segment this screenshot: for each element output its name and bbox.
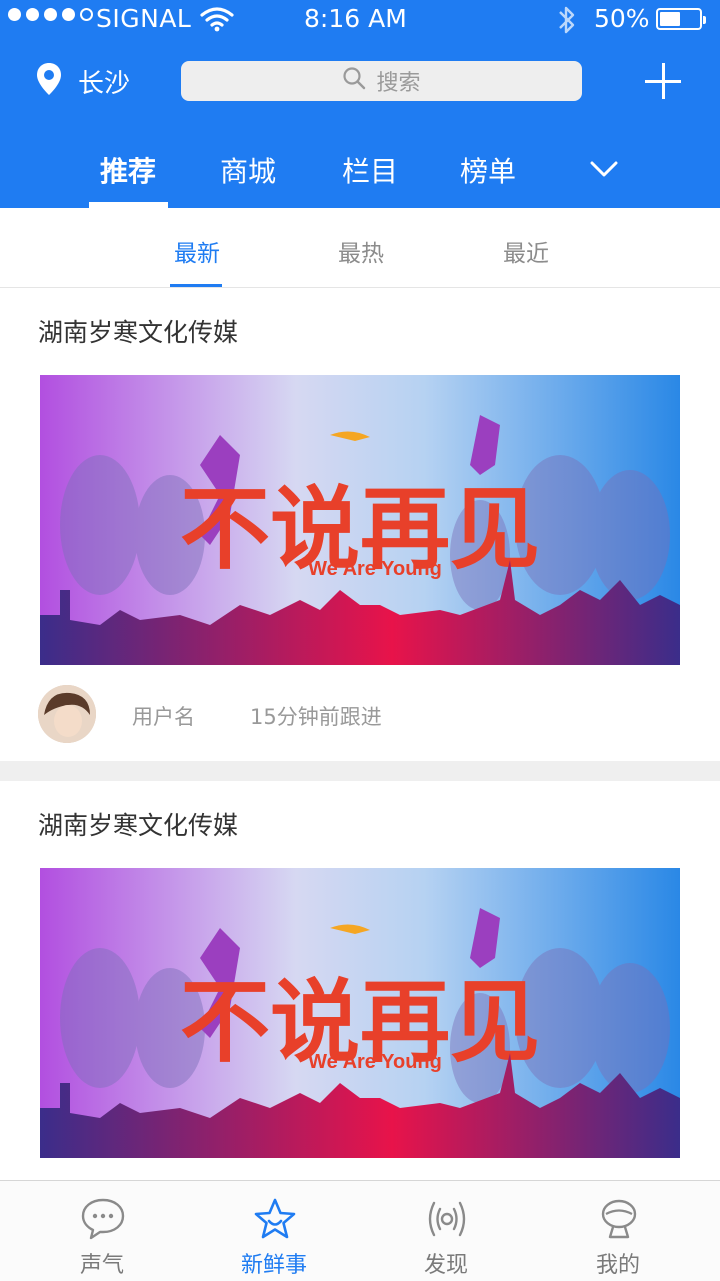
subtab-latest[interactable]: 最新 bbox=[174, 234, 220, 268]
broadcast-icon bbox=[424, 1197, 470, 1241]
subtab-recent[interactable]: 最近 bbox=[503, 234, 549, 268]
carrier-name: SIGNAL bbox=[96, 4, 192, 33]
bottom-tab-news[interactable]: 新鲜事 bbox=[214, 1181, 334, 1281]
bottom-tab-me[interactable]: 我的 bbox=[558, 1181, 678, 1281]
search-placeholder: 搜索 bbox=[376, 71, 421, 96]
top-tab-bar: 推荐 商城 栏目 榜单 bbox=[0, 140, 720, 208]
app-header: SIGNAL 8:16 AM 50% 长沙 搜索 推荐 商城 栏目 榜单 bbox=[0, 0, 720, 208]
tab-mall[interactable]: 商城 bbox=[220, 150, 276, 190]
post-banner-image[interactable]: 不说再见 We Are Young bbox=[40, 375, 680, 665]
active-subtab-indicator bbox=[170, 284, 222, 287]
battery-percent: 50% bbox=[594, 4, 650, 33]
avatar[interactable] bbox=[38, 685, 96, 743]
wifi-icon bbox=[200, 6, 234, 36]
post-meta: 用户名 15分钟前跟进 bbox=[38, 685, 678, 745]
bottom-tab-label: 我的 bbox=[595, 1253, 640, 1278]
bottom-tab-label: 声气 bbox=[79, 1253, 124, 1278]
clock: 8:16 AM bbox=[304, 4, 407, 33]
search-icon bbox=[342, 66, 366, 96]
location-label: 长沙 bbox=[78, 68, 131, 99]
location-selector[interactable]: 长沙 bbox=[36, 62, 130, 100]
tab-rankings[interactable]: 榜单 bbox=[460, 150, 516, 190]
status-bar: SIGNAL 8:16 AM 50% bbox=[0, 0, 720, 40]
post-title[interactable]: 湖南岁寒文化传媒 bbox=[38, 806, 238, 842]
sub-tab-bar: 最新 最热 最近 bbox=[0, 208, 720, 288]
star-icon bbox=[252, 1197, 298, 1241]
bottom-tab-label: 新鲜事 bbox=[240, 1253, 307, 1278]
post-title[interactable]: 湖南岁寒文化传媒 bbox=[38, 313, 238, 349]
chat-bubble-icon bbox=[80, 1197, 126, 1241]
post-timestamp: 15分钟前跟进 bbox=[250, 705, 382, 729]
post-banner-image[interactable]: 不说再见 We Are Young bbox=[40, 868, 680, 1158]
bottom-tab-discover[interactable]: 发现 bbox=[386, 1181, 506, 1281]
search-input[interactable]: 搜索 bbox=[181, 61, 582, 101]
bluetooth-icon bbox=[556, 3, 578, 41]
user-icon bbox=[596, 1197, 642, 1241]
banner-tagline: We Are Young bbox=[308, 558, 442, 580]
tab-recommend[interactable]: 推荐 bbox=[100, 150, 156, 190]
subtab-hottest[interactable]: 最热 bbox=[338, 234, 384, 268]
add-icon[interactable] bbox=[645, 63, 681, 99]
signal-strength-icon bbox=[8, 8, 93, 21]
chevron-down-icon[interactable] bbox=[590, 160, 618, 182]
tab-columns[interactable]: 栏目 bbox=[342, 150, 398, 190]
bottom-tab-voice[interactable]: 声气 bbox=[42, 1181, 162, 1281]
battery-icon bbox=[656, 8, 706, 30]
banner-tagline: We Are Young bbox=[308, 1051, 442, 1073]
bottom-tab-bar: 声气 新鲜事 发现 我的 bbox=[0, 1180, 720, 1281]
bottom-tab-label: 发现 bbox=[423, 1253, 468, 1278]
post-username[interactable]: 用户名 bbox=[132, 701, 195, 731]
post-divider bbox=[0, 761, 720, 781]
location-pin-icon bbox=[36, 62, 62, 100]
